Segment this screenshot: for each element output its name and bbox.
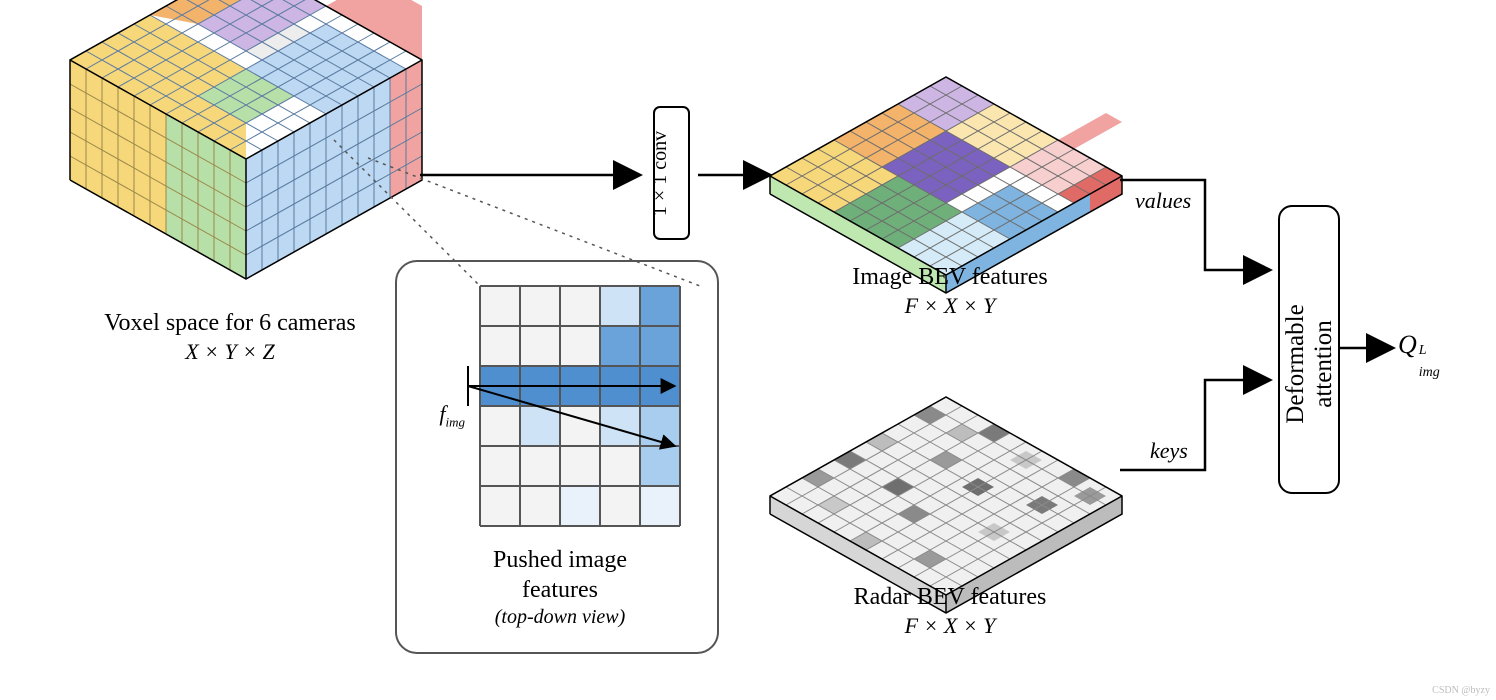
output-q-sup: L: [1419, 343, 1427, 359]
arrow-main: [420, 150, 790, 210]
values-label: values: [1135, 188, 1191, 214]
output-q-base: Q: [1398, 330, 1417, 359]
output-q: Q L img: [1398, 330, 1417, 360]
watermark: CSDN @byzy: [1432, 685, 1490, 696]
pushed-title: Pushed image features (top-down view): [420, 545, 700, 630]
pushed-title-2: features: [420, 575, 700, 605]
diagram-stage: Voxel space for 6 cameras X × Y × Z: [0, 0, 1496, 700]
radar-bev-title: Radar BEV features: [800, 582, 1100, 612]
conv-1x1-label: 1 × 1 conv: [649, 131, 672, 216]
radar-bev-dims: F × X × Y: [800, 612, 1100, 640]
image-bev-dims: F × X × Y: [800, 292, 1100, 320]
pushed-note: (top-down view): [420, 605, 700, 630]
fimg-label: fimg: [405, 400, 465, 431]
radar-bev-label: Radar BEV features F × X × Y: [800, 582, 1100, 640]
output-q-sub: img: [1419, 365, 1440, 381]
fimg-sub: img: [446, 414, 466, 429]
pushed-title-1: Pushed image: [420, 545, 700, 575]
keys-label: keys: [1150, 438, 1188, 464]
image-bev-title: Image BEV features: [800, 262, 1100, 292]
image-bev-label: Image BEV features F × X × Y: [800, 262, 1100, 320]
deformable-attention-label: Deformable attention: [1282, 289, 1338, 439]
